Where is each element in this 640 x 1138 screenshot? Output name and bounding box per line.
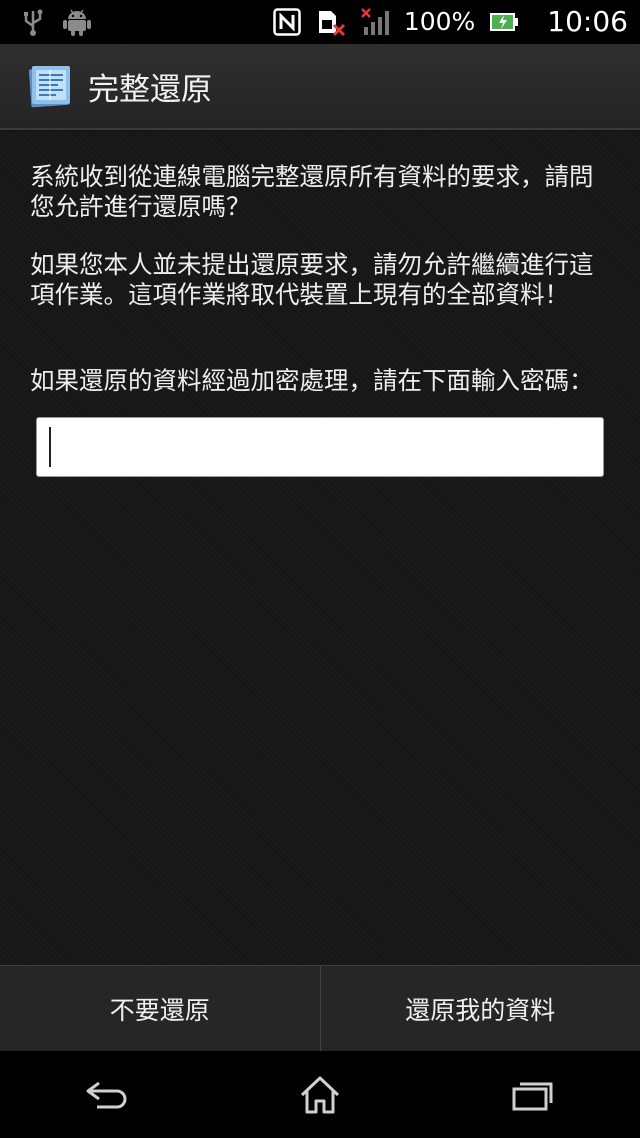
signal-icon (360, 7, 390, 37)
sim-error-icon (316, 7, 346, 37)
action-button-bar: 不要還原 還原我的資料 (0, 965, 640, 1052)
status-bar-left (18, 7, 92, 37)
status-bar-right: 100% 10:06 (272, 0, 628, 44)
deny-restore-button[interactable]: 不要還原 (0, 966, 320, 1052)
text-caret (49, 427, 51, 467)
clock: 10:06 (547, 5, 628, 38)
restore-warning-message: 如果您本人並未提出還原要求，請勿允許繼續進行這 項作業。這項作業將取代裝置上現有… (30, 250, 594, 309)
backup-restore-icon (28, 64, 72, 108)
usb-icon (18, 7, 48, 37)
navigation-bar (0, 1051, 640, 1138)
nfc-icon (272, 7, 302, 37)
battery-percent: 100% (403, 7, 476, 36)
restore-dialog-content: 系統收到從連線電腦完整還原所有資料的要求，請問 您允許進行還原嗎？ 如果您本人並… (0, 132, 640, 965)
battery-icon (489, 7, 519, 37)
android-debug-icon (62, 7, 92, 37)
restore-request-message: 系統收到從連線電腦完整還原所有資料的要求，請問 您允許進行還原嗎？ (30, 162, 594, 221)
restore-my-data-button[interactable]: 還原我的資料 (321, 966, 640, 1052)
status-bar: 100% 10:06 (0, 0, 640, 44)
password-input[interactable] (36, 417, 604, 477)
back-icon[interactable] (47, 1055, 167, 1135)
home-icon[interactable] (260, 1055, 380, 1135)
page-title: 完整還原 (88, 71, 212, 108)
recent-apps-icon[interactable] (473, 1055, 593, 1135)
title-bar: 完整還原 (0, 44, 640, 130)
password-prompt-label: 如果還原的資料經過加密處理，請在下面輸入密碼： (30, 366, 594, 395)
